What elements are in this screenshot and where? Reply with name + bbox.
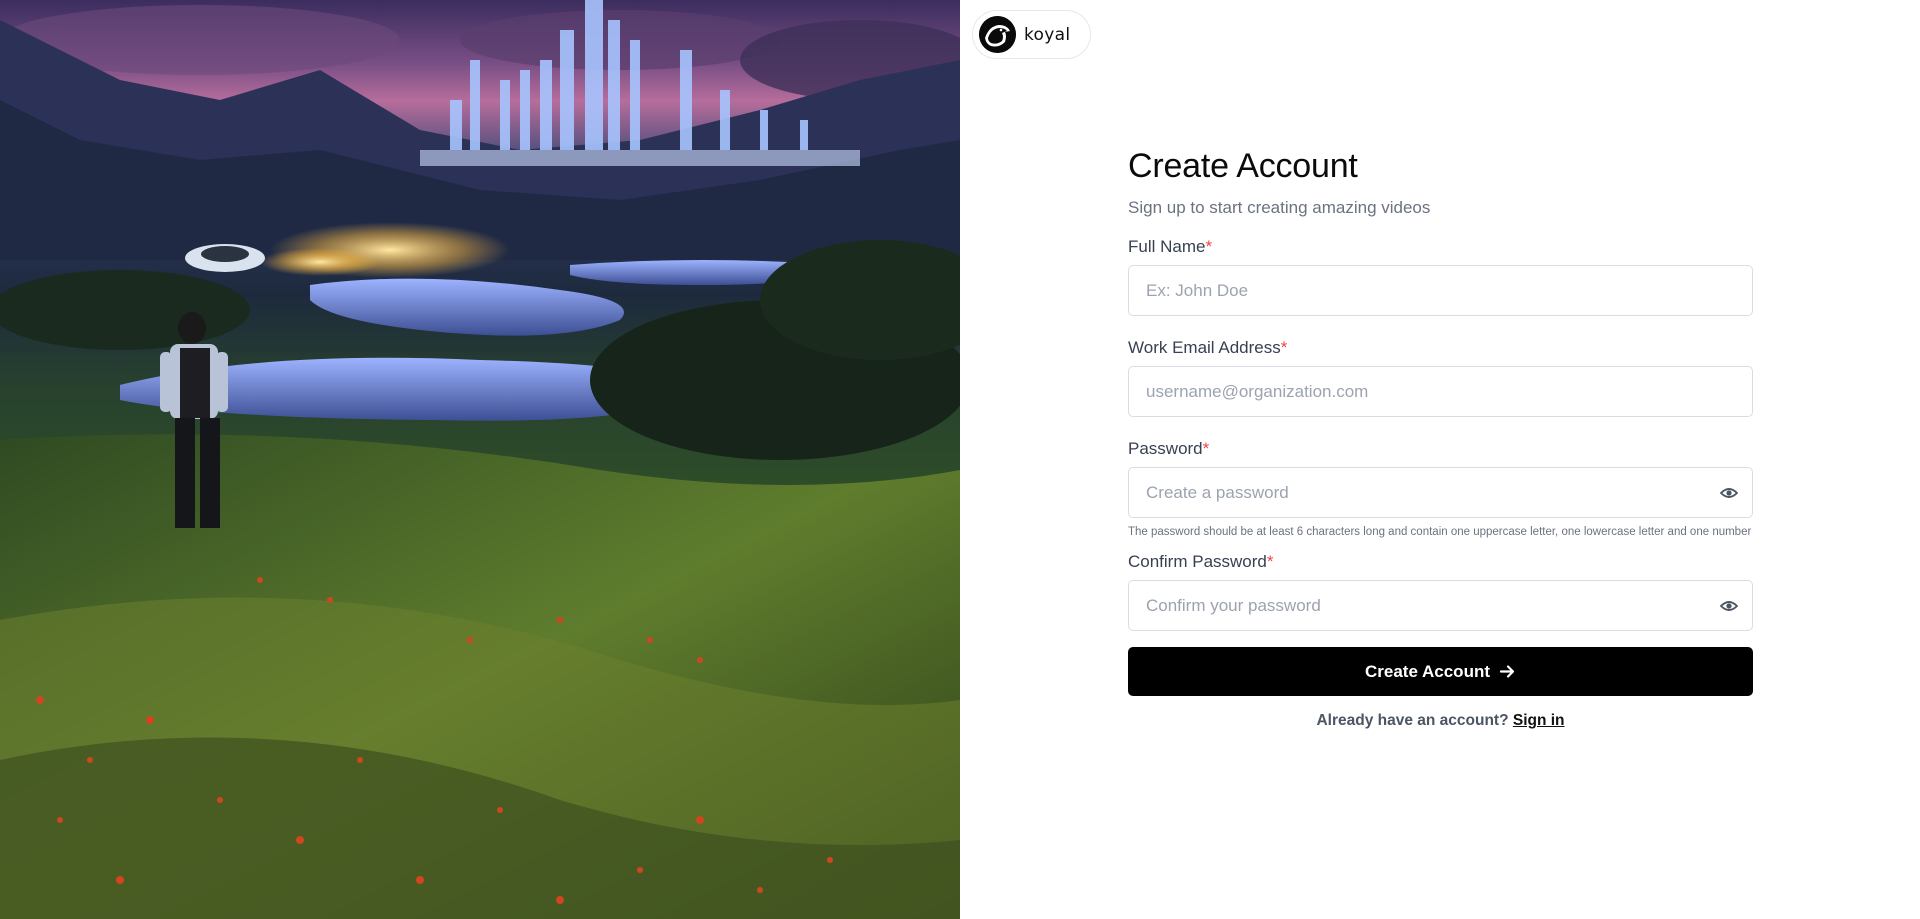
email-placeholder: username@organization.com [1146, 381, 1369, 401]
email-label: Work Email Address* [1128, 338, 1288, 357]
required-asterisk: * [1202, 439, 1210, 458]
create-account-button[interactable]: Create Account [1128, 647, 1753, 696]
full-name-group: Full Name* Ex: John Doe [1128, 236, 1753, 316]
page-title: Create Account [1128, 147, 1358, 185]
email-group: Work Email Address* username@organizatio… [1128, 337, 1753, 417]
signin-prompt: Already have an account? [1316, 712, 1509, 729]
landscape-artwork [0, 0, 960, 919]
signup-form: Create Account Sign up to start creating… [1128, 145, 1753, 730]
required-asterisk: * [1266, 552, 1274, 571]
signin-row: Already have an account? Sign in [1128, 712, 1753, 730]
password-group: Password* Create a password The password… [1128, 438, 1753, 544]
signin-link[interactable]: Sign in [1513, 712, 1565, 729]
email-input[interactable]: username@organization.com [1128, 366, 1753, 417]
page-subtitle: Sign up to start creating amazing videos [1128, 198, 1431, 217]
brand-logo[interactable]: koyal [972, 10, 1091, 59]
eye-icon[interactable] [1720, 485, 1738, 501]
password-placeholder: Create a password [1146, 482, 1289, 502]
brand-name: koyal [1024, 24, 1071, 45]
hero-illustration [0, 0, 960, 919]
password-label: Password* [1128, 439, 1210, 458]
confirm-password-label: Confirm Password* [1128, 552, 1274, 571]
required-asterisk: * [1205, 237, 1213, 256]
arrow-right-icon [1499, 665, 1515, 678]
full-name-label: Full Name* [1128, 237, 1213, 256]
confirm-password-placeholder: Confirm your password [1146, 595, 1321, 615]
required-asterisk: * [1280, 338, 1288, 357]
password-input[interactable]: Create a password [1128, 467, 1753, 518]
password-hint: The password should be at least 6 charac… [1128, 526, 1752, 538]
full-name-placeholder: Ex: John Doe [1146, 280, 1249, 300]
crow-logo-icon [979, 16, 1016, 53]
signup-panel: koyal Create Account Sign up to start cr… [960, 0, 1920, 919]
full-name-input[interactable]: Ex: John Doe [1128, 265, 1753, 316]
confirm-password-group: Confirm Password* Confirm your password [1128, 551, 1753, 631]
create-account-label: Create Account [1364, 661, 1490, 681]
eye-icon[interactable] [1720, 598, 1738, 614]
confirm-password-input[interactable]: Confirm your password [1128, 580, 1753, 631]
